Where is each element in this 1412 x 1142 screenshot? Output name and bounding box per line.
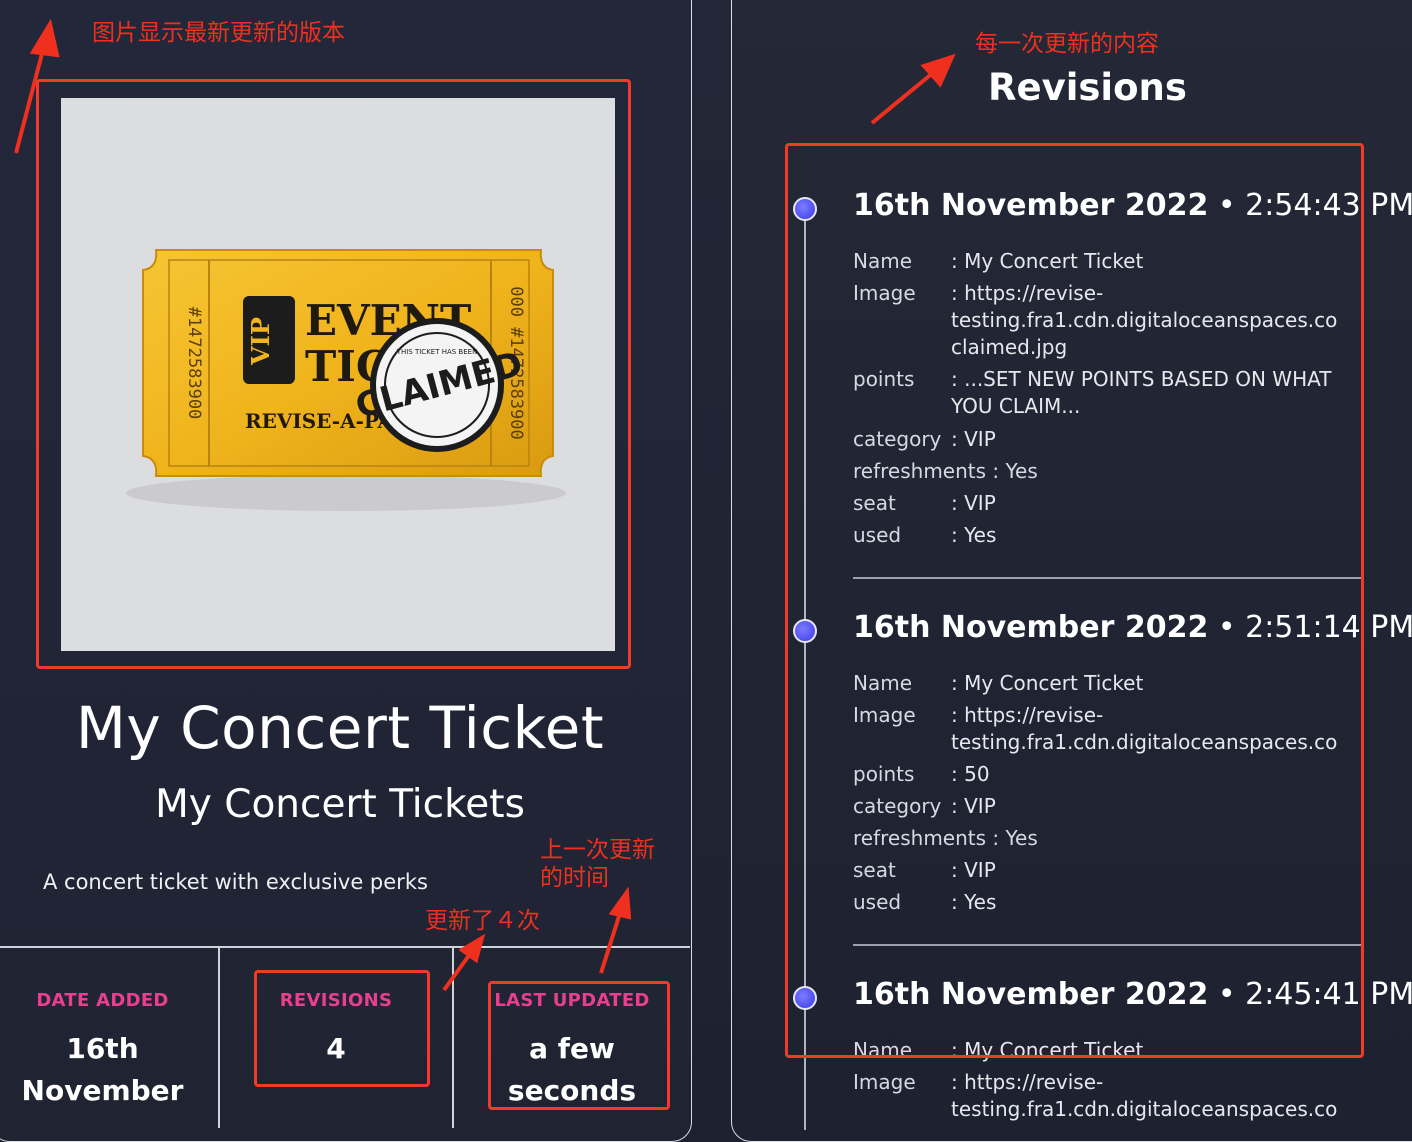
annotation-text-revisions: 每一次更新的内容 <box>975 31 1159 57</box>
annotation-arrows <box>14 18 956 992</box>
annotation-text-image: 图片显示最新更新的版本 <box>92 20 345 46</box>
annotation-text-count: 更新了４次 <box>425 908 540 934</box>
annotation-text-last-update: 上一次更新 的时间 <box>540 837 655 891</box>
